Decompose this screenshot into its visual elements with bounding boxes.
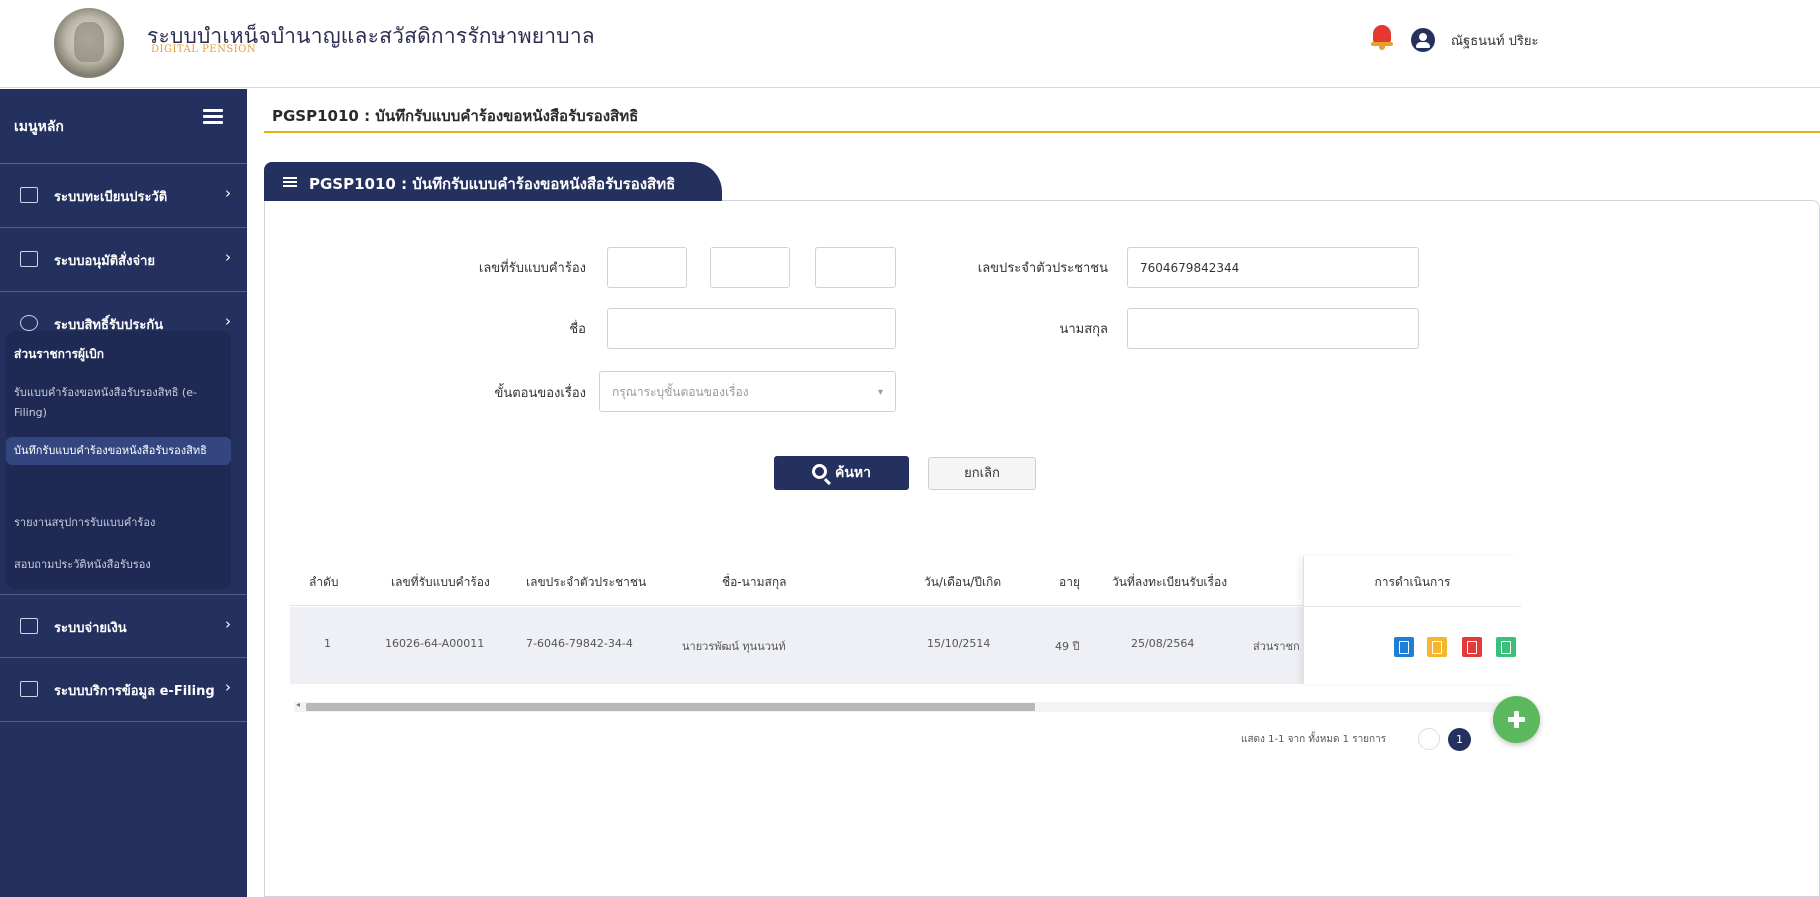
scrollbar-thumb[interactable] — [306, 703, 1035, 711]
panel-tab: PGSP1010 : บันทึกรับแบบคำร้องขอหนังสือรั… — [264, 162, 722, 201]
status-select-placeholder: กรุณาระบุขั้นตอนของเรื่อง — [612, 385, 749, 399]
cell-no: 1 — [324, 637, 331, 650]
cell-request-no: 16026-64-A00011 — [385, 637, 485, 650]
status-select[interactable]: กรุณาระบุขั้นตอนของเรื่อง ▾ — [599, 371, 896, 412]
money-icon — [20, 618, 38, 634]
cell-age: 49 ปี — [1055, 640, 1080, 653]
request-no-part2-input[interactable] — [710, 247, 790, 288]
app-subtitle: DIGITAL PENSION — [151, 44, 257, 55]
delete-icon[interactable] — [1462, 637, 1482, 657]
sidebar-header: เมนูหลัก — [0, 89, 247, 164]
chevron-right-icon: › — [225, 312, 231, 330]
chevron-right-icon: › — [225, 184, 231, 202]
app-header: ระบบบำเหน็จบำนาญและสวัสดิการรักษาพยาบาล … — [0, 0, 1820, 88]
chevron-right-icon: › — [225, 248, 231, 266]
scroll-left-icon[interactable]: ◂ — [296, 700, 300, 709]
notification-bell-icon[interactable] — [1371, 23, 1393, 50]
submenu-item-efiling[interactable]: รับแบบคำร้องขอหนังสือรับรองสิทธิ (e-Fili… — [14, 383, 224, 423]
dropdown-caret-icon: ▾ — [877, 387, 883, 398]
submenu-item-history[interactable]: สอบถามประวัติหนังสือรับรอง — [14, 555, 224, 575]
request-no-part1-input[interactable] — [607, 247, 687, 288]
column-header-no: ลำดับ — [309, 575, 339, 589]
pagination-page-current[interactable]: 1 — [1448, 728, 1471, 751]
edit-icon[interactable] — [1427, 637, 1447, 657]
document-icon — [20, 681, 38, 697]
sidebar-item-label: ระบบจ่ายเงิน — [54, 621, 127, 636]
column-header-reg-date: วันที่ลงทะเบียนรับเรื่อง — [1112, 575, 1228, 589]
id-card-icon — [20, 187, 38, 203]
cell-reg-date: 25/08/2564 — [1131, 637, 1195, 650]
search-button-label: ค้นหา — [834, 465, 872, 481]
submenu-item-record-request[interactable]: บันทึกรับแบบคำร้องขอหนังสือรับรองสิทธิ — [6, 437, 231, 465]
cancel-button[interactable]: ยกเลิก — [928, 457, 1036, 490]
request-no-label: เลขที่รับแบบคำร้อง — [478, 261, 586, 276]
user-name[interactable]: ณัฐธนนท์ ปริยะ — [1451, 30, 1538, 51]
cell-name: นายวรพัฒน์ ทุนนวนท์ — [682, 640, 786, 653]
column-header-citizen-id: เลขประจำตัวประชาชน — [526, 575, 647, 589]
sidebar-submenu: ส่วนราชการผู้เบิก รับแบบคำร้องขอหนังสือร… — [6, 331, 231, 589]
submenu-item-summary-report[interactable]: รายงานสรุปการรับแบบคำร้อง — [14, 513, 224, 533]
pagination-summary: แสดง 1-1 จาก ทั้งหมด 1 รายการ — [1241, 734, 1387, 745]
citizen-id-label: เลขประจำตัวประชาชน — [977, 261, 1108, 276]
first-name-label: ชื่อ — [569, 322, 586, 337]
sidebar-title: เมนูหลัก — [14, 119, 64, 135]
first-name-input[interactable] — [607, 308, 896, 349]
sidebar-item-approval[interactable]: ระบบอนุมัติสั่งจ่าย › — [0, 228, 247, 292]
filter-icon — [283, 177, 297, 187]
column-header-request-no: เลขที่รับแบบคำร้อง — [391, 575, 490, 589]
add-button[interactable] — [1493, 696, 1540, 743]
search-panel — [264, 200, 1820, 897]
view-document-icon[interactable] — [1394, 637, 1414, 657]
cell-agency: ส่วนราชก — [1253, 640, 1300, 653]
download-icon[interactable] — [1496, 637, 1516, 657]
actions-column: การดำเนินการ — [1303, 556, 1521, 684]
sidebar-item-payment[interactable]: ระบบจ่ายเงิน › — [0, 594, 247, 658]
sidebar-item-label: ระบบทะเบียนประวัติ — [54, 190, 168, 205]
citizen-id-input[interactable]: 7604679842344 — [1127, 247, 1419, 288]
search-button[interactable]: ค้นหา — [774, 456, 909, 490]
sidebar-item-label: ระบบอนุมัติสั่งจ่าย — [54, 254, 155, 269]
submenu-heading: ส่วนราชการผู้เบิก — [14, 347, 105, 361]
sidebar-item-label: ระบบบริการข้อมูล e-Filing — [54, 684, 215, 699]
user-avatar-icon[interactable] — [1411, 28, 1435, 52]
page-title: PGSP1010 : บันทึกรับแบบคำร้องขอหนังสือรั… — [272, 107, 639, 125]
request-no-part3-input[interactable] — [815, 247, 896, 288]
column-header-dob: วัน/เดือน/ปีเกิด — [924, 575, 1002, 589]
hamburger-menu-icon[interactable] — [203, 109, 223, 125]
sidebar-item-efiling-service[interactable]: ระบบบริการข้อมูล e-Filing › — [0, 658, 247, 722]
pagination-prev-button[interactable] — [1418, 728, 1440, 750]
sidebar-item-registry[interactable]: ระบบทะเบียนประวัติ › — [0, 164, 247, 228]
cell-citizen-id: 7-6046-79842-34-4 — [526, 637, 633, 650]
column-header-actions: การดำเนินการ — [1374, 575, 1451, 589]
calendar-icon — [20, 251, 38, 267]
sidebar: เมนูหลัก ระบบทะเบียนประวัติ › ระบบอนุมัต… — [0, 89, 247, 897]
cell-dob: 15/10/2514 — [927, 637, 991, 650]
panel-title: PGSP1010 : บันทึกรับแบบคำร้องขอหนังสือรั… — [309, 175, 676, 193]
heading-divider — [264, 131, 1820, 133]
chevron-right-icon: › — [225, 615, 231, 633]
hand-icon — [20, 315, 38, 331]
chevron-right-icon: › — [225, 678, 231, 696]
search-icon — [811, 464, 827, 479]
column-header-age: อายุ — [1059, 575, 1080, 589]
last-name-input[interactable] — [1127, 308, 1419, 349]
last-name-label: นามสกุล — [1059, 322, 1108, 337]
status-label: ขั้นตอนของเรื่อง — [494, 386, 586, 401]
column-header-name: ชื่อ-นามสกุล — [722, 575, 787, 589]
ministry-logo — [54, 8, 124, 78]
